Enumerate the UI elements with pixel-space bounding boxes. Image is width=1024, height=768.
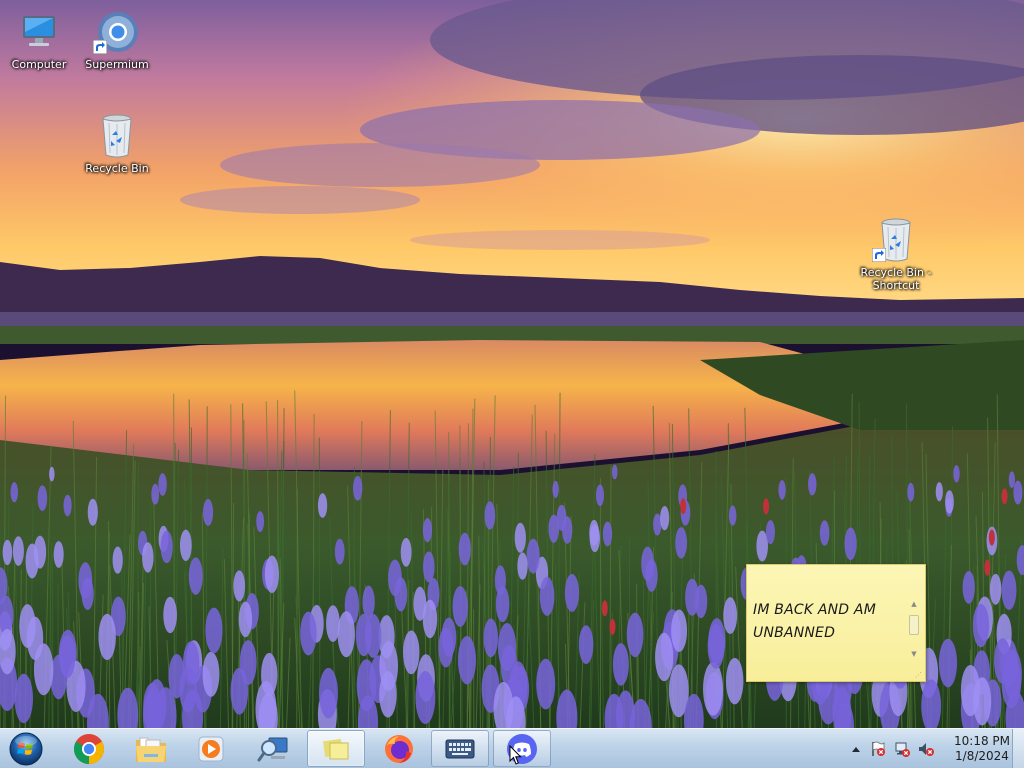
discord-icon [507, 733, 537, 764]
computer-icon [15, 8, 63, 56]
desktop-icon-label: Supermium [85, 58, 149, 71]
firefox-icon [385, 734, 413, 763]
scrollbar-thumb[interactable] [909, 615, 919, 635]
show-hidden-icons-chevron-icon[interactable] [848, 741, 864, 757]
desktop-icon-label: Recycle Bin [85, 162, 149, 175]
network-error-icon[interactable] [894, 741, 910, 757]
taskbar-magnifier-button[interactable] [244, 730, 302, 767]
desktop-icon-recycle-bin[interactable]: Recycle Bin [78, 112, 156, 175]
sticky-note-scrollbar[interactable]: ▲ ▼ [908, 599, 920, 669]
desktop-icon-recycle-bin-shortcut[interactable]: Recycle Bin - Shortcut [857, 216, 935, 292]
desktop[interactable]: Computer Supermium Recycle Bin Recycle B… [0, 0, 1024, 768]
volume-muted-icon[interactable] [918, 741, 934, 757]
recycle-bin-icon [872, 216, 920, 264]
taskbar-sticky-notes-button[interactable] [307, 730, 365, 767]
clock-time: 10:18 PM [954, 734, 1010, 748]
supermium-icon [93, 8, 141, 56]
resize-grip-icon[interactable]: ⋰ [915, 671, 923, 679]
keyboard-icon [445, 739, 475, 758]
taskbar-firefox-button[interactable] [370, 730, 428, 767]
action-center-flag-error-icon[interactable] [870, 741, 886, 757]
recycle-bin-icon [93, 112, 141, 160]
desktop-icon-computer[interactable]: Computer [0, 8, 78, 71]
desktop-icon-label: Computer [11, 58, 67, 71]
sticky-note-window[interactable]: IM BACK AND AM UNBANNED ▲ ▼ ⋰ [746, 564, 926, 682]
taskbar-explorer-button[interactable] [122, 730, 180, 767]
start-button[interactable] [6, 730, 46, 768]
shortcut-arrow-icon [872, 248, 886, 262]
show-desktop-button[interactable] [1012, 729, 1024, 768]
windows-start-orb-icon [9, 732, 43, 766]
taskbar-on-screen-keyboard-button[interactable] [431, 730, 489, 767]
explorer-folder-icon [136, 737, 166, 762]
clock-date: 1/8/2024 [955, 749, 1009, 763]
desktop-icon-supermium[interactable]: Supermium [78, 8, 156, 71]
chrome-icon [73, 733, 105, 764]
clock[interactable]: 10:18 PM 1/8/2024 [946, 734, 1018, 764]
sticky-notes-icon [322, 738, 349, 759]
sticky-note-text[interactable]: IM BACK AND AM UNBANNED [753, 599, 903, 645]
shortcut-arrow-icon [93, 40, 107, 54]
system-tray: 10:18 PM 1/8/2024 [834, 729, 1024, 768]
magnifier-icon [257, 737, 288, 761]
taskbar-discord-button[interactable] [493, 730, 551, 767]
taskbar-chrome-button[interactable] [60, 730, 118, 767]
scroll-down-arrow-icon[interactable]: ▼ [908, 649, 920, 659]
media-player-icon [198, 736, 224, 761]
taskbar-media-player-button[interactable] [182, 730, 240, 767]
taskbar: 10:18 PM 1/8/2024 [0, 728, 1024, 768]
scroll-up-arrow-icon[interactable]: ▲ [908, 599, 920, 609]
desktop-icon-label: Recycle Bin - Shortcut [860, 266, 932, 292]
